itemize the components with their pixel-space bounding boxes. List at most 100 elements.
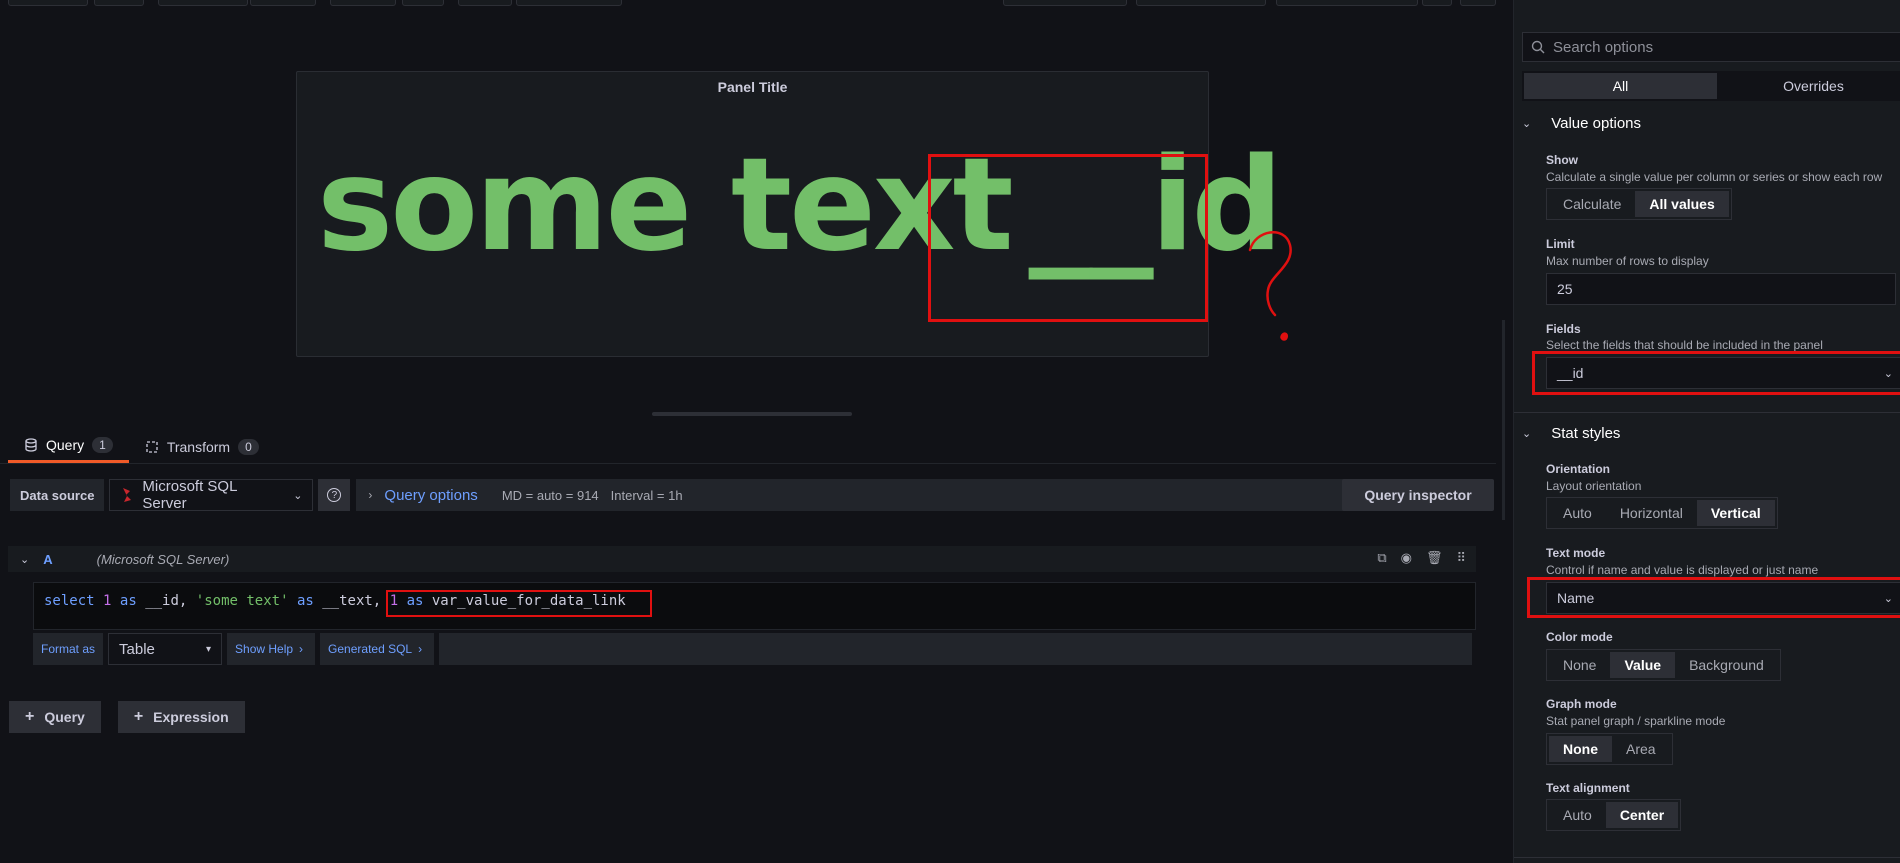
graph-mode-label: Graph mode (1546, 697, 1617, 711)
annotation-box-text-mode (1527, 577, 1900, 618)
text-align-center-option[interactable]: Center (1605, 802, 1679, 828)
annotation-box-fields (1532, 351, 1900, 395)
tab-query[interactable]: Query 1 (8, 430, 129, 463)
max-datapoints-info: MD = auto = 914 (501, 487, 599, 503)
text-mode-desc: Control if name and value is displayed o… (1546, 563, 1819, 577)
database-icon (25, 438, 37, 452)
toolbar-button[interactable] (8, 0, 88, 6)
fields-desc: Select the fields that should be include… (1546, 338, 1823, 352)
plus-icon: + (133, 708, 144, 725)
question-mark-annotation (1248, 231, 1292, 341)
toolbar-button[interactable] (330, 0, 396, 6)
add-query-button[interactable]: + Query (9, 701, 101, 733)
format-as-value: Table (119, 640, 155, 658)
limit-input[interactable]: 25 (1546, 273, 1896, 305)
orientation-vertical-option[interactable]: Vertical (1696, 500, 1775, 526)
text-alignment-radio-group: Auto Center (1546, 799, 1682, 831)
show-help-label: Show Help (235, 642, 294, 656)
scrollbar[interactable] (1502, 320, 1505, 520)
toolbar-button[interactable] (458, 0, 512, 6)
query-inspector-button[interactable]: Query inspector (1342, 479, 1494, 511)
annotation-box-id (928, 154, 1208, 322)
color-mode-background-option[interactable]: Background (1675, 652, 1778, 678)
color-mode-value-option[interactable]: Value (1610, 652, 1676, 678)
mssql-icon (123, 488, 132, 502)
toolbar-button[interactable] (516, 0, 622, 6)
text-align-auto-option[interactable]: Auto (1549, 802, 1606, 828)
sql-editor[interactable]: select 1 as __id, 'some text' as __text,… (33, 582, 1476, 630)
toolbar-button[interactable] (250, 0, 316, 6)
query-toolbar: Data source Microsoft SQL Server ⌄ ? › Q… (10, 478, 1357, 512)
trash-icon[interactable]: 🗑 (1426, 550, 1443, 566)
query-datasource-name: (Microsoft SQL Server) (96, 551, 230, 567)
query-options-bar[interactable]: › Query options MD = auto = 914 Interval… (356, 479, 1357, 511)
eye-icon[interactable]: ◉ (1401, 550, 1412, 566)
interval-info: Interval = 1h (610, 487, 683, 503)
caret-down-icon: ▾ (205, 643, 212, 655)
graph-mode-none-option[interactable]: None (1549, 736, 1612, 762)
color-mode-none-option[interactable]: None (1549, 652, 1610, 678)
query-options-link[interactable]: Query options (384, 487, 477, 504)
sql-token: as (296, 593, 314, 609)
duplicate-icon[interactable]: ⧉ (1377, 550, 1386, 566)
show-calculate-option[interactable]: Calculate (1549, 191, 1635, 217)
datasource-picker[interactable]: Microsoft SQL Server ⌄ (109, 478, 314, 512)
color-mode-radio-group: None Value Background (1546, 649, 1781, 681)
search-icon (1531, 40, 1545, 54)
datasource-value: Microsoft SQL Server (142, 478, 237, 512)
toolbar-button[interactable] (94, 0, 144, 6)
sql-token: __id, (145, 593, 188, 609)
toolbar-button[interactable] (1276, 0, 1418, 6)
options-pane: Search options All Overrides ⌄ Value opti… (1513, 0, 1900, 863)
toolbar-button[interactable] (1460, 0, 1496, 6)
tab-all[interactable]: All (1524, 73, 1717, 99)
sql-token: __text, (322, 593, 382, 609)
panel-title[interactable]: Panel Title (297, 79, 1208, 95)
query-ref-id[interactable]: A (43, 552, 52, 567)
graph-mode-area-option[interactable]: Area (1612, 736, 1670, 762)
collapse-chevron-icon[interactable]: ⌄ (20, 553, 29, 566)
value-options-title: Value options (1551, 115, 1642, 132)
toolbar-button[interactable] (402, 0, 444, 6)
toolbar-button[interactable] (1422, 0, 1452, 6)
show-desc: Calculate a single value per column or s… (1546, 170, 1883, 184)
query-tabs: Query 1 Transform 0 (8, 430, 275, 463)
tab-query-count: 1 (92, 437, 113, 453)
stat-value-text: some text (317, 131, 1014, 280)
query-header[interactable]: ⌄ A (Microsoft SQL Server) (8, 546, 1476, 572)
footer-filler (439, 633, 1473, 665)
orientation-horizontal-option[interactable]: Horizontal (1606, 500, 1697, 526)
toolbar-button[interactable] (158, 0, 248, 6)
add-expression-button[interactable]: + Expression (117, 701, 245, 733)
drag-handle-icon[interactable]: ⠿ (1456, 550, 1466, 566)
stat-styles-title: Stat styles (1551, 425, 1621, 442)
format-as-select[interactable]: Table ▾ (108, 633, 223, 665)
sql-token: 'some text' (195, 593, 289, 609)
annotation-box-sql (386, 590, 652, 617)
sql-token: select (44, 593, 95, 609)
toolbar-button[interactable] (1136, 0, 1266, 6)
stat-styles-header[interactable]: ⌄ Stat styles (1522, 425, 1620, 442)
generated-sql-button[interactable]: Generated SQL › (320, 633, 435, 665)
orientation-radio-group: Auto Horizontal Vertical (1546, 497, 1778, 529)
show-all-values-option[interactable]: All values (1635, 191, 1729, 217)
add-buttons: + Query + Expression (9, 701, 245, 733)
pane-resize-handle[interactable] (652, 412, 852, 416)
text-mode-label: Text mode (1546, 546, 1606, 560)
color-mode-label: Color mode (1546, 630, 1613, 644)
tab-transform-count: 0 (238, 438, 259, 455)
orientation-auto-option[interactable]: Auto (1549, 500, 1606, 526)
tab-transform[interactable]: Transform 0 (129, 430, 275, 463)
chevron-down-icon: ⌄ (293, 489, 303, 502)
search-options-input[interactable]: Search options (1522, 32, 1900, 62)
help-button[interactable]: ? (318, 479, 351, 511)
tab-overrides[interactable]: Overrides (1717, 73, 1900, 99)
value-options-header[interactable]: ⌄ Value options (1522, 115, 1641, 132)
tab-transform-label: Transform (166, 438, 231, 455)
toolbar-button[interactable] (1003, 0, 1127, 6)
datasource-label: Data source (10, 479, 105, 511)
help-icon: ? (327, 488, 342, 502)
chevron-right-icon: › (299, 642, 304, 656)
query-editor: ⌄ A (Microsoft SQL Server) ⧉ ◉ 🗑 ⠿ selec… (8, 546, 1476, 630)
show-help-button[interactable]: Show Help › (227, 633, 316, 665)
